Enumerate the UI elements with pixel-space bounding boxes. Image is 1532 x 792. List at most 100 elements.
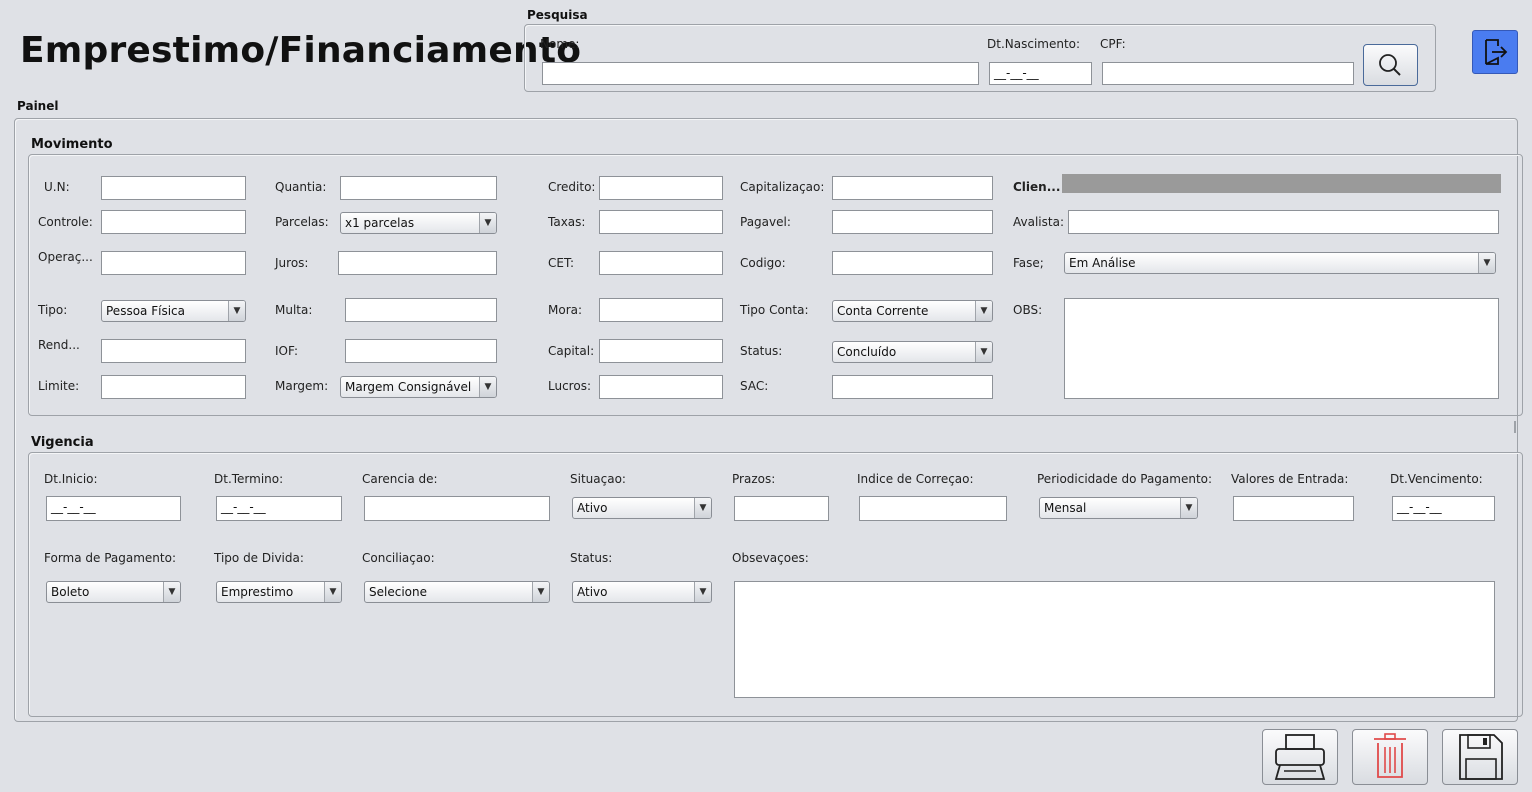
search-button[interactable] [1363, 44, 1418, 86]
avalista-input[interactable] [1068, 210, 1499, 234]
multa-input[interactable] [345, 298, 497, 322]
lucros-label: Lucros: [548, 379, 591, 393]
conciliacao-select-value: Selecione [369, 585, 427, 599]
margem-select-value: Margem Consignável [345, 380, 472, 394]
cpf-input[interactable] [1102, 62, 1354, 85]
capital-input[interactable] [599, 339, 723, 363]
carencia-input[interactable] [364, 496, 550, 521]
operacao-input[interactable] [101, 251, 246, 275]
periodicidade-select-value: Mensal [1044, 501, 1087, 515]
indice-input[interactable] [859, 496, 1007, 521]
nascimento-input[interactable]: __-__-__ [989, 62, 1092, 85]
floppy-disk-icon [1459, 734, 1503, 780]
chevron-down-icon: ▼ [1180, 498, 1197, 518]
cet-label: CET: [548, 256, 575, 270]
taxas-input[interactable] [599, 210, 723, 234]
forma-pagamento-select[interactable]: Boleto ▼ [46, 581, 181, 603]
trash-icon [1374, 733, 1406, 778]
conciliacao-select[interactable]: Selecione ▼ [364, 581, 550, 603]
carencia-label: Carencia de: [362, 472, 438, 486]
vigencia-status-label: Status: [570, 551, 613, 565]
dt-inicio-label: Dt.Inicio: [44, 472, 98, 486]
cet-input[interactable] [599, 251, 723, 275]
un-label: U.N: [44, 180, 70, 194]
chevron-down-icon: ▼ [532, 582, 549, 602]
vigencia-status-select-value: Ativo [577, 585, 608, 599]
vigencia-title: Vigencia [31, 435, 94, 450]
valores-entrada-label: Valores de Entrada: [1231, 472, 1349, 486]
search-icon [1379, 54, 1401, 76]
nome-label: Nome: [540, 37, 580, 51]
obs-textarea[interactable] [1064, 298, 1499, 399]
tipo-conta-select-value: Conta Corrente [837, 304, 929, 318]
observacoes-textarea[interactable] [734, 581, 1495, 698]
controle-label: Controle: [38, 215, 93, 229]
margem-select[interactable]: Margem Consignável ▼ [340, 376, 497, 398]
periodicidade-select[interactable]: Mensal ▼ [1039, 497, 1198, 519]
chevron-down-icon: ▼ [975, 342, 992, 362]
parcelas-select-value: x1 parcelas [345, 216, 415, 230]
avalista-label: Avalista: [1013, 215, 1064, 229]
fase-select[interactable]: Em Análise ▼ [1064, 252, 1496, 274]
obs-label: OBS: [1013, 303, 1043, 317]
tipo-select[interactable]: Pessoa Física ▼ [101, 300, 246, 322]
save-button[interactable] [1442, 729, 1518, 785]
parcelas-label: Parcelas: [275, 215, 329, 229]
tipo-divida-select[interactable]: Emprestimo ▼ [216, 581, 342, 603]
chevron-down-icon: ▼ [324, 582, 341, 602]
indice-label: Indice de Correçao: [857, 472, 974, 486]
delete-button[interactable] [1352, 729, 1428, 785]
situacao-select[interactable]: Ativo ▼ [572, 497, 712, 519]
nascimento-label: Dt.Nascimento: [987, 37, 1081, 51]
iof-input[interactable] [345, 339, 497, 363]
dt-vencimento-label: Dt.Vencimento: [1390, 472, 1483, 486]
chevron-down-icon: ▼ [694, 582, 711, 602]
cpf-label: CPF: [1100, 37, 1126, 51]
limite-label: Limite: [38, 379, 80, 393]
observacoes-label: Obsevaçoes: [732, 551, 809, 565]
status-select[interactable]: Concluído ▼ [832, 341, 993, 363]
situacao-label: Situaçao: [570, 472, 626, 486]
parcelas-select[interactable]: x1 parcelas ▼ [340, 212, 497, 234]
cliente-label: Clien... [1013, 180, 1061, 194]
sac-input[interactable] [832, 375, 993, 399]
rend-input[interactable] [101, 339, 246, 363]
print-button[interactable] [1262, 729, 1338, 785]
tipo-divida-label: Tipo de Divida: [214, 551, 304, 565]
limite-input[interactable] [101, 375, 246, 399]
capitalizacao-input[interactable] [832, 176, 993, 200]
tipo-conta-select[interactable]: Conta Corrente ▼ [832, 300, 993, 322]
capital-label: Capital: [548, 344, 595, 358]
prazos-input[interactable] [734, 496, 829, 521]
controle-input[interactable] [101, 210, 246, 234]
iof-label: IOF: [275, 344, 298, 358]
margem-label: Margem: [275, 379, 329, 393]
dt-inicio-input[interactable]: __-__-__ [46, 496, 181, 521]
search-group-title: Pesquisa [527, 8, 588, 22]
quantia-input[interactable] [340, 176, 497, 200]
pagavel-input[interactable] [832, 210, 993, 234]
un-input[interactable] [101, 176, 246, 200]
nome-input[interactable] [542, 62, 979, 85]
juros-input[interactable] [338, 251, 497, 275]
status-select-value: Concluído [837, 345, 897, 359]
credito-input[interactable] [599, 176, 723, 200]
conciliacao-label: Conciliaçao: [362, 551, 435, 565]
taxas-label: Taxas: [548, 215, 586, 229]
mora-input[interactable] [599, 298, 723, 322]
printer-icon [1274, 734, 1326, 780]
chevron-down-icon: ▼ [228, 301, 245, 321]
forma-pagamento-label: Forma de Pagamento: [44, 551, 176, 565]
valores-entrada-input[interactable] [1233, 496, 1354, 521]
codigo-input[interactable] [832, 251, 993, 275]
exit-button[interactable] [1472, 30, 1518, 74]
dt-termino-input[interactable]: __-__-__ [216, 496, 342, 521]
cliente-field[interactable] [1062, 174, 1501, 193]
chevron-down-icon: ▼ [479, 377, 496, 397]
dt-vencimento-input[interactable]: __-__-__ [1392, 496, 1495, 521]
lucros-input[interactable] [599, 375, 723, 399]
vigencia-status-select[interactable]: Ativo ▼ [572, 581, 712, 603]
forma-pagamento-select-value: Boleto [51, 585, 90, 599]
mora-label: Mora: [548, 303, 583, 317]
exit-icon [1485, 39, 1508, 65]
